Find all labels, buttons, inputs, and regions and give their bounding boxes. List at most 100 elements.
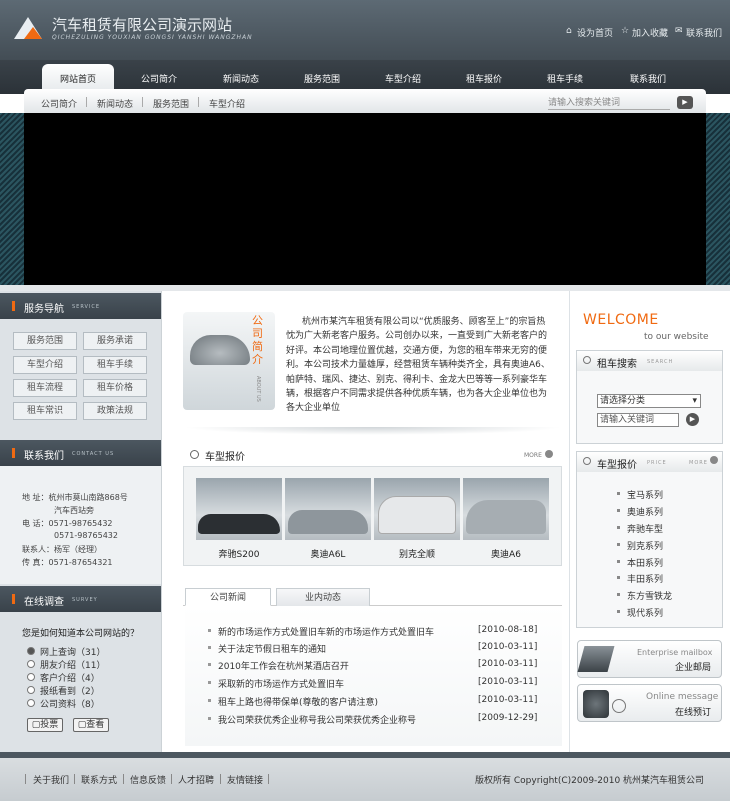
search-input[interactable]: 请输入搜索关键词 (548, 96, 670, 110)
search-panel-title: 租车搜索 (597, 359, 637, 370)
footer-link-about[interactable]: 关于我们 (33, 773, 69, 786)
subnav-item-about[interactable]: 公司简介 (41, 97, 77, 110)
category-select[interactable]: 请选择分类 ▾ (597, 394, 701, 408)
news-title[interactable]: 租车上路也得带保单(尊敬的客户请注意) (218, 695, 378, 708)
price-more-link[interactable]: MORE (689, 460, 708, 466)
news-item[interactable]: 采取新的市场运作方式处置旧车 [2010-03-11] (208, 676, 563, 691)
contact-en: CONTACT US (72, 451, 115, 457)
footer-divider (171, 774, 172, 784)
nav-item-news[interactable]: 新闻动态 (206, 72, 276, 85)
news-date: [2010-03-11] (478, 677, 538, 687)
series-link[interactable]: 现代系列 (627, 606, 663, 619)
search-submit-icon[interactable]: ▶ (686, 413, 699, 426)
series-link[interactable]: 东方雪铁龙 (627, 589, 672, 602)
service-btn-models[interactable]: 车型介绍 (13, 356, 77, 374)
vote-button[interactable]: ▢投票 (27, 718, 63, 732)
phone-icon (583, 690, 609, 718)
car-shape (466, 500, 546, 534)
more-arrow-icon[interactable] (710, 456, 718, 464)
news-bullet (208, 717, 211, 720)
tab-industry-news[interactable]: 业内动态 (276, 588, 370, 606)
more-arrow-icon[interactable] (545, 450, 553, 458)
set-homepage-link[interactable]: 设为首页 (577, 26, 613, 39)
news-title[interactable]: 关于法定节假日租车的通知 (218, 642, 326, 655)
service-btn-policy[interactable]: 政策法规 (83, 402, 147, 420)
service-btn-price[interactable]: 租车价格 (83, 379, 147, 397)
view-results-button[interactable]: ▢查看 (73, 718, 109, 732)
nav-item-contact[interactable]: 联系我们 (613, 72, 683, 85)
nav-item-service[interactable]: 服务范围 (287, 72, 357, 85)
add-favorite-link[interactable]: 加入收藏 (632, 26, 668, 39)
gallery-more-link[interactable]: MORE (524, 452, 542, 459)
intro-text: 杭州市某汽车租赁有限公司以“优质服务、顾客至上”的宗旨热忱为广大新老客户服务。公… (286, 317, 550, 414)
news-item[interactable]: 租车上路也得带保单(尊敬的客户请注意) [2010-03-11] (208, 694, 563, 709)
contact-fax: 传 真：0571-87654321 (22, 558, 113, 567)
tab-company-news[interactable]: 公司新闻 (185, 588, 271, 606)
series-link[interactable]: 本田系列 (627, 556, 663, 569)
service-btn-tips[interactable]: 租车常识 (13, 402, 77, 420)
survey-radio[interactable] (27, 660, 35, 668)
bookmark-icon[interactable]: ☆ (621, 26, 629, 36)
news-item[interactable]: 我公司荣获优秀企业称号我公司荣获优秀企业称号 [2009-12-29] (208, 712, 563, 727)
car-name[interactable]: 奥迪A6L (285, 547, 371, 560)
column-divider (569, 291, 570, 752)
mail-icon[interactable]: ✉ (675, 26, 683, 36)
series-bullet (617, 593, 620, 596)
footer-link-jobs[interactable]: 人才招聘 (178, 773, 214, 786)
subnav-divider (86, 97, 87, 107)
contact-us-link[interactable]: 联系我们 (686, 26, 722, 39)
logo-accent-icon (24, 27, 42, 39)
series-link[interactable]: 奔驰车型 (627, 522, 663, 535)
service-btn-flow[interactable]: 租车流程 (13, 379, 77, 397)
home-icon[interactable]: ⌂ (566, 26, 572, 36)
nav-item-price[interactable]: 租车报价 (449, 72, 519, 85)
keyword-input[interactable]: 请输入关键词 (597, 413, 679, 427)
footer-link-contact[interactable]: 联系方式 (81, 773, 117, 786)
series-link[interactable]: 别克系列 (627, 539, 663, 552)
subnav-item-models[interactable]: 车型介绍 (209, 97, 245, 110)
nav-item-about[interactable]: 公司简介 (124, 72, 194, 85)
series-bullet (617, 526, 620, 529)
series-link[interactable]: 丰田系列 (627, 572, 663, 585)
site-subtitle: QICHEZULING YOUXIAN GONGSI YANSHI WANGZH… (52, 34, 253, 41)
contact-address: 地 址：杭州市莫山南路868号 (22, 493, 128, 502)
news-title[interactable]: 我公司荣获优秀企业称号我公司荣获优秀企业称号 (218, 713, 416, 726)
category-select-value: 请选择分类 (600, 396, 646, 406)
news-title[interactable]: 2010年工作会在杭州某酒店召开 (218, 659, 349, 672)
vote-label: 投票 (40, 720, 59, 730)
news-item[interactable]: 新的市场运作方式处置旧车新的市场运作方式处置旧车 [2010-08-18] (208, 624, 563, 639)
site-title: 汽车租赁有限公司演示网站 (52, 16, 233, 34)
header-mark (12, 301, 15, 311)
nav-item-procedure[interactable]: 租车手续 (530, 72, 600, 85)
news-item[interactable]: 关于法定节假日租车的通知 [2010-03-11] (208, 641, 563, 656)
subnav-item-service[interactable]: 服务范围 (153, 97, 189, 110)
news-title[interactable]: 新的市场运作方式处置旧车新的市场运作方式处置旧车 (218, 625, 434, 638)
service-btn-promise[interactable]: 服务承诺 (83, 332, 147, 350)
price-panel-en: PRICE (647, 460, 667, 466)
series-link[interactable]: 宝马系列 (627, 488, 663, 501)
nav-item-home[interactable]: 网站首页 (43, 72, 113, 85)
footer-link-feedback[interactable]: 信息反馈 (130, 773, 166, 786)
news-item[interactable]: 2010年工作会在杭州某酒店召开 [2010-03-11] (208, 658, 563, 673)
series-bullet (617, 576, 620, 579)
contact-address-2: 汽车西站旁 (54, 506, 94, 515)
car-name[interactable]: 奔驰S200 (196, 547, 282, 560)
series-link[interactable]: 奥迪系列 (627, 505, 663, 518)
car-name[interactable]: 奥迪A6 (463, 547, 549, 560)
view-icon: ▢ (77, 720, 87, 730)
view-label: 查看 (86, 720, 105, 730)
service-btn-scope[interactable]: 服务范围 (13, 332, 77, 350)
survey-radio[interactable] (27, 686, 35, 694)
service-btn-procedure[interactable]: 租车手续 (83, 356, 147, 374)
survey-radio[interactable] (27, 673, 35, 681)
survey-radio[interactable] (27, 647, 35, 655)
car-name[interactable]: 别克全顺 (374, 547, 460, 560)
subnav-item-news[interactable]: 新闻动态 (97, 97, 133, 110)
survey-radio[interactable] (27, 699, 35, 707)
nav-item-models[interactable]: 车型介绍 (368, 72, 438, 85)
footer-link-friends[interactable]: 友情链接 (227, 773, 263, 786)
price-panel-icon (583, 457, 591, 465)
news-title[interactable]: 采取新的市场运作方式处置旧车 (218, 677, 344, 690)
price-panel-title: 车型报价 (597, 460, 637, 471)
search-arrow-icon[interactable]: ▶ (677, 96, 693, 109)
